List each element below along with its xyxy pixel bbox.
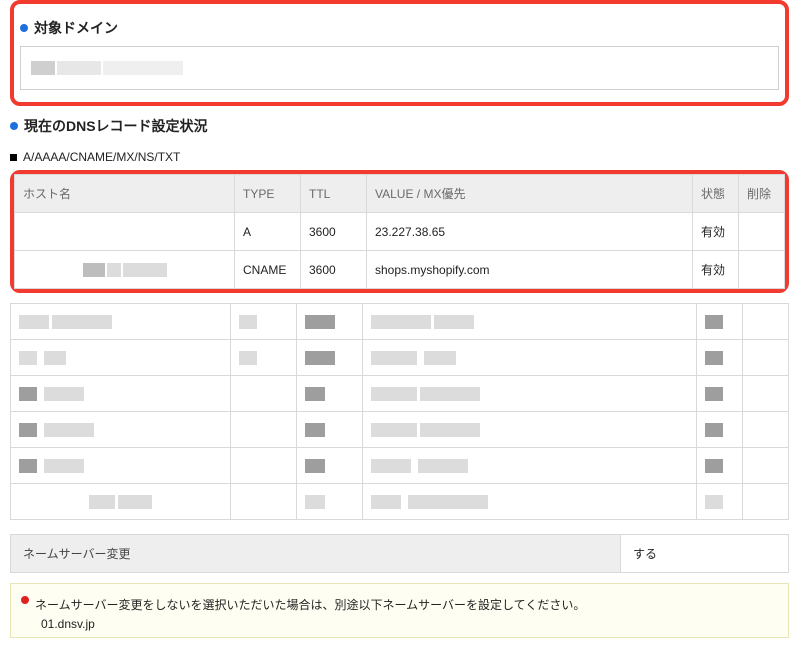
table-header-row: ホスト名 TYPE TTL VALUE / MX優先 状態 削除 — [15, 175, 785, 213]
dns-records-table-redacted — [10, 303, 789, 520]
col-delete: 削除 — [739, 175, 785, 213]
col-host: ホスト名 — [15, 175, 235, 213]
cell-delete[interactable] — [739, 251, 785, 289]
cell-value: shops.myshopify.com — [367, 251, 693, 289]
col-ttl: TTL — [301, 175, 367, 213]
cell-ttl: 3600 — [301, 213, 367, 251]
nameserver-label: ネームサーバー変更 — [11, 535, 620, 572]
table-row — [11, 484, 789, 520]
target-domain-highlight: 対象ドメイン — [10, 0, 789, 106]
cell-host — [15, 213, 235, 251]
section-current-dns: 現在のDNSレコード設定状況 — [10, 116, 789, 136]
records-subhead-text: A/AAAA/CNAME/MX/NS/TXT — [23, 150, 180, 164]
nameserver-action[interactable]: する — [620, 535, 788, 572]
col-type: TYPE — [235, 175, 301, 213]
notice-text: ネームサーバー変更をしないを選択いただいた場合は、別途以下ネームサーバーを設定し… — [35, 596, 585, 613]
nameserver-change-row: ネームサーバー変更 する — [10, 534, 789, 573]
table-row — [11, 340, 789, 376]
nameserver-notice: ネームサーバー変更をしないを選択いただいた場合は、別途以下ネームサーバーを設定し… — [10, 583, 789, 638]
table-row: A 3600 23.227.38.65 有効 — [15, 213, 785, 251]
cell-type: A — [235, 213, 301, 251]
cell-host — [15, 251, 235, 289]
dns-table-highlight: ホスト名 TYPE TTL VALUE / MX優先 状態 削除 A 3600 … — [10, 170, 789, 293]
bullet-icon — [20, 24, 28, 32]
table-row — [11, 448, 789, 484]
records-subhead: A/AAAA/CNAME/MX/NS/TXT — [10, 150, 789, 164]
cell-value: 23.227.38.65 — [367, 213, 693, 251]
section-title: 現在のDNSレコード設定状況 — [24, 116, 208, 136]
dns-records-table: ホスト名 TYPE TTL VALUE / MX優先 状態 削除 A 3600 … — [14, 174, 785, 289]
section-title: 対象ドメイン — [34, 18, 118, 38]
cell-delete[interactable] — [739, 213, 785, 251]
cell-ttl: 3600 — [301, 251, 367, 289]
cell-type: CNAME — [235, 251, 301, 289]
square-icon — [10, 154, 17, 161]
col-state: 状態 — [693, 175, 739, 213]
cell-state: 有効 — [693, 213, 739, 251]
table-row — [11, 412, 789, 448]
bullet-icon — [10, 122, 18, 130]
table-row — [11, 376, 789, 412]
domain-display — [20, 46, 779, 90]
table-row: CNAME 3600 shops.myshopify.com 有効 — [15, 251, 785, 289]
cell-state: 有効 — [693, 251, 739, 289]
domain-redacted — [31, 61, 768, 75]
alert-icon — [21, 596, 29, 604]
notice-ns1: 01.dnsv.jp — [21, 617, 778, 631]
section-target-domain: 対象ドメイン — [20, 18, 779, 38]
table-row — [11, 304, 789, 340]
col-value: VALUE / MX優先 — [367, 175, 693, 213]
